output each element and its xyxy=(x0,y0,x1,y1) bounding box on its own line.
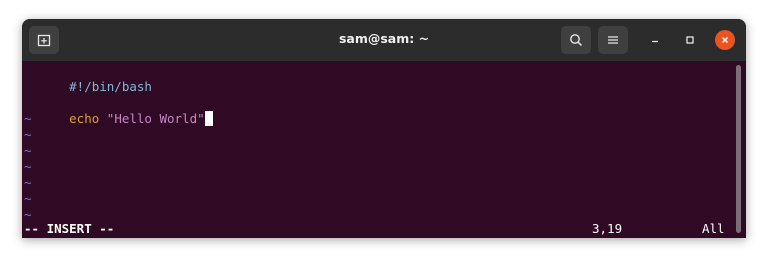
maximize-button[interactable] xyxy=(680,30,700,50)
text-cursor xyxy=(204,111,213,126)
maximize-icon xyxy=(686,36,694,44)
terminal-content[interactable]: #!/bin/bash echo "Hello World" ~ ~ ~ ~ ~… xyxy=(22,61,746,238)
empty-line-tilde: ~ xyxy=(24,175,32,190)
mode-indicator: -- INSERT -- xyxy=(24,221,115,236)
empty-line-tilde: ~ xyxy=(24,127,32,142)
hamburger-menu-icon xyxy=(608,36,618,44)
editor-line-2 xyxy=(24,79,69,95)
echo-keyword: echo xyxy=(69,111,100,126)
scroll-scope: All xyxy=(702,221,725,236)
close-button[interactable] xyxy=(715,30,735,50)
shebang-text: #!/bin/bash xyxy=(69,79,152,94)
empty-line-tilde: ~ xyxy=(24,191,32,206)
empty-line-tilde: ~ xyxy=(24,143,32,158)
scrollbar[interactable] xyxy=(736,65,741,233)
minimize-icon xyxy=(652,40,658,43)
empty-line-tilde: ~ xyxy=(24,159,32,174)
minimize-button[interactable] xyxy=(645,30,665,50)
close-icon xyxy=(722,37,728,43)
empty-line-tilde: ~ xyxy=(24,111,32,126)
vim-status-line: -- INSERT -- 3,19 All xyxy=(22,221,734,237)
search-button[interactable] xyxy=(561,26,591,54)
editor-line-3: echo "Hello World" xyxy=(24,95,213,126)
menu-button[interactable] xyxy=(598,26,628,54)
editor-line-1: #!/bin/bash xyxy=(24,63,152,94)
search-icon xyxy=(570,34,583,47)
hello-world-string: "Hello World" xyxy=(106,111,205,126)
title-bar[interactable]: sam@sam: ~ xyxy=(22,19,746,61)
window-title: sam@sam: ~ xyxy=(338,31,430,46)
cursor-position: 3,19 xyxy=(592,221,623,236)
terminal-window: sam@sam: ~ #!/bin/bash echo "Hello World… xyxy=(22,19,746,238)
